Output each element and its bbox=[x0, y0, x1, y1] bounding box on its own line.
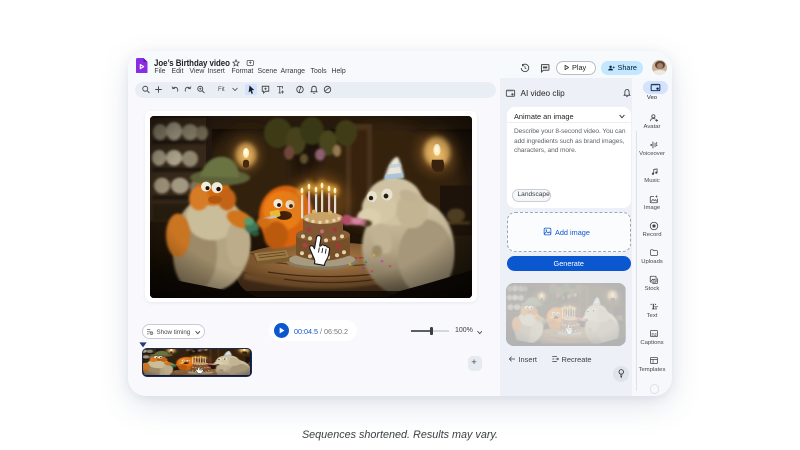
svg-text:Fit: Fit bbox=[218, 87, 225, 93]
